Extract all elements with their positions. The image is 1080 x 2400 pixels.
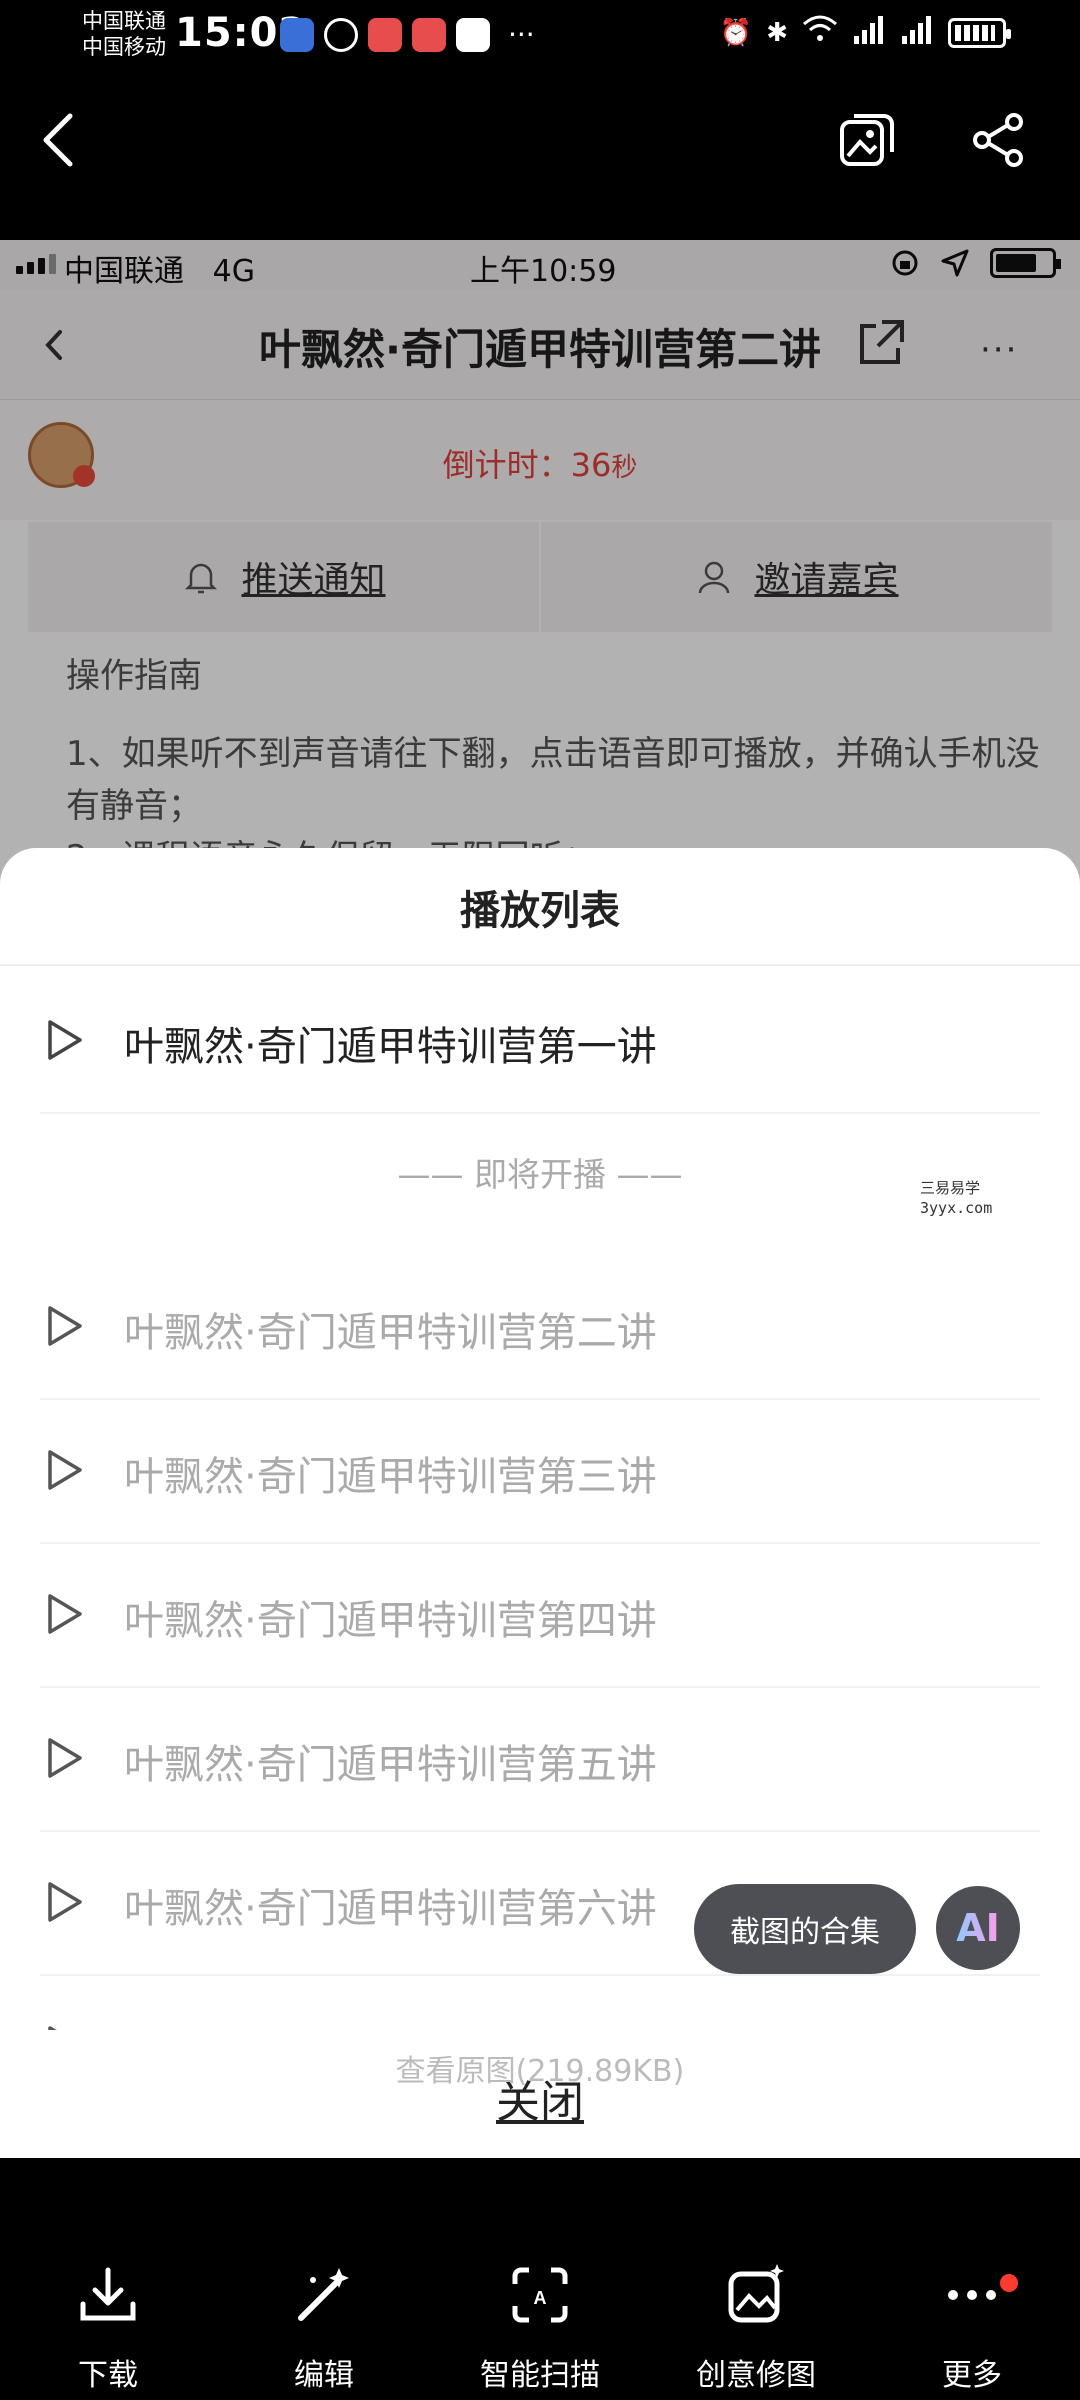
svg-text:A: A xyxy=(534,2288,547,2308)
inner-nav-bar: 叶飘然·奇门遁甲特训营第二讲 ··· xyxy=(0,290,1080,400)
play-icon xyxy=(48,1450,82,1490)
playlist-item[interactable]: 叶飘然·奇门遁甲特训营第二讲 xyxy=(0,1256,1080,1400)
download-label: 下载 xyxy=(78,2358,138,2393)
more-icon[interactable]: ··· xyxy=(980,330,1018,370)
download-icon xyxy=(80,2267,136,2321)
play-icon xyxy=(48,1306,82,1346)
more-notifications-icon: ··· xyxy=(508,18,535,51)
app-notification-icon xyxy=(412,18,446,52)
playlist-sheet: 播放列表 叶飘然·奇门遁甲特训营第一讲 —— 即将开播 —— 三易易学 3yyx.… xyxy=(0,848,1080,2158)
playlist-item-label: 叶飘然·奇门遁甲特训营第五讲 xyxy=(124,1742,657,1788)
ai-button[interactable]: AI xyxy=(936,1886,1020,1970)
invite-guest-button[interactable]: 邀请嘉宾 xyxy=(539,522,1052,632)
inner-time: 上午10:59 xyxy=(470,254,617,289)
playlist-title: 播放列表 xyxy=(460,888,620,934)
wifi-icon xyxy=(802,14,838,51)
smart-scan-label: 智能扫描 xyxy=(480,2358,600,2393)
creative-retouch-label: 创意修图 xyxy=(696,2358,816,2393)
creative-retouch-button[interactable]: 创意修图 xyxy=(648,2158,864,2400)
os-status-icons: ⏰ ✱ xyxy=(719,14,1011,51)
more-button[interactable]: 更多 xyxy=(864,2158,1080,2400)
push-notification-button[interactable]: 推送通知 xyxy=(28,522,539,632)
inner-carrier: 中国联通 4G xyxy=(64,254,255,289)
screenshot-collection-button[interactable]: 截图的合集 xyxy=(694,1884,916,1974)
playlist-item[interactable]: 叶飘然·奇门遁甲特训营第六讲 xyxy=(0,1832,1080,1976)
playlist-item-label: 叶飘然·奇门遁甲特训营第三讲 xyxy=(124,1454,657,1500)
signal-icon xyxy=(852,14,886,51)
retouch-image-icon xyxy=(728,2264,784,2323)
inner-battery-icon xyxy=(990,248,1061,278)
image-viewer-top-bar xyxy=(0,72,1080,240)
share-icon[interactable] xyxy=(966,108,1030,172)
os-carriers: 中国联通 中国移动 xyxy=(82,8,166,60)
inner-status-bar: 中国联通 4G 上午10:59 xyxy=(0,240,1080,290)
bottom-toolbar: 下载 编辑 A 智能扫描 创意修图 更多 xyxy=(0,2158,1080,2400)
back-icon[interactable] xyxy=(30,108,94,172)
playlist-item-label: 叶飘然·奇门遁甲特训营第一讲 xyxy=(124,1024,657,1070)
notification-icons: ··· xyxy=(280,18,535,52)
rotation-lock-icon xyxy=(892,250,918,276)
app-notification-icon xyxy=(324,18,358,52)
magic-wand-icon xyxy=(298,2268,349,2321)
download-button[interactable]: 下载 xyxy=(0,2158,216,2400)
edit-label: 编辑 xyxy=(294,2358,354,2393)
edit-button[interactable]: 编辑 xyxy=(216,2158,432,2400)
upcoming-divider: —— 即将开播 —— xyxy=(397,1155,683,1194)
inner-signal-icon xyxy=(16,254,56,274)
screenshot-image[interactable]: 中国联通 4G 上午10:59 叶飘然·奇门遁甲特训营第二讲 ··· 倒计时：3… xyxy=(0,240,1080,2158)
inner-status-icons xyxy=(890,248,1061,278)
playlist-item-label: 叶飘然·奇门遁甲特训营第六讲 xyxy=(124,1886,657,1932)
person-icon xyxy=(699,561,730,594)
divider xyxy=(0,964,1080,966)
gallery-icon[interactable] xyxy=(836,108,900,172)
play-icon xyxy=(48,1738,82,1778)
push-notification-label: 推送通知 xyxy=(241,560,386,601)
playlist-item[interactable]: 叶飘然·奇门遁甲特训营第三讲 xyxy=(0,1400,1080,1544)
inner-page-title: 叶飘然·奇门遁甲特训营第二讲 xyxy=(259,325,821,374)
play-icon xyxy=(48,1594,82,1634)
more-icon xyxy=(948,2290,996,2300)
os-status-bar: 中国联通 中国移动 15:02 ··· ⏰ ✱ xyxy=(0,0,1080,72)
app-notification-icon xyxy=(280,18,314,52)
guide-line-1: 1、如果听不到声音请往下翻，点击语音即可播放，并确认手机没有静音； xyxy=(66,734,1040,826)
view-original-button[interactable]: 查看原图(219.89KB) xyxy=(0,2046,1080,2090)
location-icon xyxy=(941,249,969,277)
playlist-item[interactable]: 叶飘然·奇门遁甲特训营第一讲 xyxy=(0,970,1080,1114)
more-label: 更多 xyxy=(942,2358,1002,2393)
battery-icon xyxy=(948,17,1011,48)
bell-icon xyxy=(185,563,218,594)
smart-scan-button[interactable]: A 智能扫描 xyxy=(432,2158,648,2400)
open-external-icon[interactable] xyxy=(852,316,908,372)
invite-guest-label: 邀请嘉宾 xyxy=(754,560,899,601)
watermark: 三易易学 3yyx.com xyxy=(920,1179,993,1217)
app-notification-icon xyxy=(368,18,402,52)
divider xyxy=(40,1112,1040,1114)
playlist-item-label: 叶飘然·奇门遁甲特训营第四讲 xyxy=(124,1598,657,1644)
carrier-2: 中国移动 xyxy=(82,35,166,59)
action-row: 推送通知 邀请嘉宾 xyxy=(28,522,1052,632)
baidu-icon xyxy=(456,18,490,52)
play-icon xyxy=(48,1882,82,1922)
smart-scan-icon: A xyxy=(512,2267,568,2323)
alarm-icon: ⏰ xyxy=(719,17,753,48)
notification-dot xyxy=(1000,2274,1018,2292)
guide-title: 操作指南 xyxy=(66,656,202,696)
carrier-1: 中国联通 xyxy=(82,9,166,33)
ai-icon: AI xyxy=(956,1906,1000,1950)
countdown-row: 倒计时：36秒 xyxy=(0,400,1080,520)
playlist-item[interactable]: 叶飘然·奇门遁甲特训营第五讲 xyxy=(0,1688,1080,1832)
playlist-item-label: 叶飘然·奇门遁甲特训营第二讲 xyxy=(124,1310,657,1356)
signal-icon xyxy=(900,14,934,51)
playlist-item[interactable]: 叶飘然·奇门遁甲特训营第四讲 xyxy=(0,1544,1080,1688)
play-icon xyxy=(48,1020,82,1060)
bluetooth-icon: ✱ xyxy=(766,17,788,48)
countdown-text: 倒计时：36秒 xyxy=(442,446,638,484)
